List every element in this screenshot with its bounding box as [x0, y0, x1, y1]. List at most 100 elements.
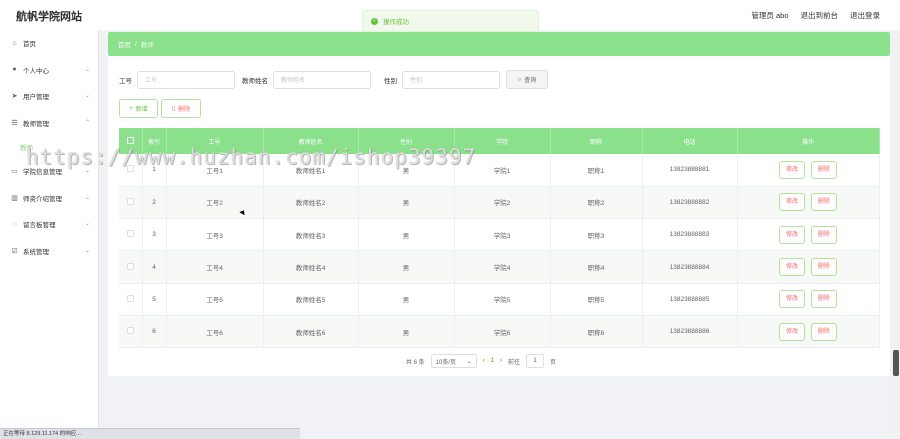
- teacher-name-input[interactable]: 教师姓名: [273, 70, 371, 89]
- vertical-scrollbar[interactable]: [892, 32, 900, 439]
- chart-icon: ▥: [11, 194, 18, 202]
- operations-cell: 修改 删除: [737, 186, 880, 220]
- row-select-cell: [119, 218, 143, 252]
- breadcrumb-home[interactable]: 首页: [118, 39, 131, 49]
- gender-input[interactable]: 性别: [402, 70, 500, 89]
- row-checkbox[interactable]: [126, 294, 134, 302]
- sidebar-item-home[interactable]: ⌂ 首页: [0, 30, 98, 57]
- chevron-up-icon: ⌃: [84, 119, 90, 126]
- row-delete-button[interactable]: 删除: [810, 160, 837, 179]
- college-cell: 学院2: [454, 186, 551, 220]
- college-cell: 学院4: [454, 250, 551, 284]
- phone-cell: 13823888886: [642, 315, 738, 349]
- edit-button[interactable]: 修改: [779, 290, 806, 309]
- goto-page-input[interactable]: 1: [526, 354, 545, 368]
- next-page-button[interactable]: ›: [500, 358, 502, 364]
- scrollbar-thumb[interactable]: [893, 350, 899, 376]
- chevron-down-icon: ⌄: [466, 358, 472, 365]
- back-to-frontend-link[interactable]: 退出到前台: [801, 10, 839, 21]
- table-row: 3 工号3 教师姓名3 男 学院3 职称3 13823888883 修改 删除: [119, 218, 880, 252]
- sidebar-item-user-management[interactable]: ➤ 用户管理 ⌄: [0, 83, 98, 110]
- admin-label: 管理员 abo: [751, 11, 789, 20]
- bulk-delete-button[interactable]: ▯ 删除: [161, 99, 201, 118]
- page-size-select[interactable]: 10条/页 ⌄: [430, 354, 477, 368]
- employee-id-cell: 工号6: [166, 315, 264, 349]
- add-button[interactable]: + 新增: [119, 99, 158, 118]
- toast-message: 操作成功: [383, 19, 409, 26]
- row-checkbox[interactable]: [126, 197, 134, 205]
- table-row: 6 工号6 教师姓名6 男 学院6 职称6 13823888886 修改 删除: [119, 315, 880, 349]
- teacher-name-cell: 教师姓名5: [263, 283, 359, 316]
- logout-link[interactable]: 退出登录: [850, 10, 880, 21]
- row-checkbox[interactable]: [126, 230, 134, 238]
- sidebar-item-label: 首页: [23, 41, 36, 49]
- employee-id-input[interactable]: 工号: [137, 70, 235, 89]
- table-row: 5 工号5 教师姓名5 男 学院5 职称5 13823888885 修改 删除: [119, 283, 880, 316]
- page-number-current[interactable]: 1: [491, 358, 494, 364]
- home-icon: ⌂: [12, 39, 17, 47]
- sidebar-item-label: 个人中心: [23, 67, 49, 75]
- employee-id-cell: 工号5: [166, 283, 264, 316]
- row-select-cell: [119, 315, 143, 349]
- browser-status-bar: 正在等待 8.129.11.174 的响应...: [0, 428, 300, 439]
- edit-button[interactable]: 修改: [779, 193, 806, 212]
- row-checkbox[interactable]: [126, 262, 134, 270]
- sidebar: ⌂ 首页 ● 个人中心 ⌄ ➤ 用户管理 ⌄ ☰ 教师管理 ⌃ 教师 ▭ 学院信…: [0, 30, 99, 439]
- chevron-down-icon: ⌄: [84, 66, 90, 73]
- row-select-cell: [119, 283, 143, 316]
- row-delete-button[interactable]: 删除: [810, 322, 837, 341]
- chevron-down-icon: ⌄: [84, 221, 90, 227]
- row-delete-button[interactable]: 删除: [810, 193, 837, 212]
- document-icon: ▭: [11, 168, 18, 176]
- row-delete-button[interactable]: 删除: [810, 225, 837, 244]
- teacher-name-cell: 教师姓名6: [263, 315, 359, 349]
- select-all-checkbox[interactable]: [126, 136, 134, 144]
- gender-cell: 男: [358, 218, 455, 252]
- success-toast: ✓ 操作成功: [362, 10, 539, 32]
- phone-cell: 13823888885: [642, 283, 738, 316]
- prev-page-button[interactable]: ‹: [483, 358, 485, 364]
- row-delete-button[interactable]: 删除: [810, 258, 837, 277]
- operations-cell: 修改 删除: [737, 283, 880, 316]
- edit-button[interactable]: 修改: [779, 160, 806, 179]
- chat-icon: ◌: [12, 220, 17, 228]
- row-select-cell: [119, 250, 143, 284]
- table-row: 4 工号4 教师姓名4 男 学院4 职称4 13823888884 修改 删除: [119, 250, 880, 284]
- title-cell: 职称6: [550, 315, 643, 349]
- teacher-name-cell: 教师姓名3: [263, 218, 359, 252]
- gender-cell: 男: [358, 186, 455, 220]
- sidebar-item-teacher-management[interactable]: ☰ 教师管理 ⌃: [0, 110, 98, 137]
- employee-id-cell: 工号2: [166, 186, 264, 220]
- index-cell: 3: [142, 218, 167, 252]
- index-cell: 4: [142, 250, 167, 284]
- breadcrumb-current: 教师: [140, 42, 154, 49]
- gender-cell: 男: [358, 315, 455, 349]
- row-checkbox[interactable]: [126, 327, 134, 335]
- search-button[interactable]: ○ 查询: [506, 70, 548, 89]
- search-button-label: 查询: [524, 78, 537, 84]
- column-header: 电话: [642, 128, 738, 154]
- teacher-name-label: 教师姓名: [242, 77, 268, 85]
- gender-cell: 男: [358, 250, 455, 284]
- main-content: 首页 / 教师 工号 工号 教师姓名 教师姓名 性别 性别 ○ 查询 + 新增 …: [108, 32, 890, 376]
- phone-cell: 13823888883: [642, 218, 738, 252]
- page-suffix: 页: [550, 359, 557, 366]
- sidebar-item-faculty-intro[interactable]: ▥ 师资介绍管理 ⌄: [0, 185, 98, 212]
- edit-button[interactable]: 修改: [779, 258, 806, 277]
- success-check-icon: ✓: [371, 17, 378, 25]
- sidebar-item-personal-center[interactable]: ● 个人中心 ⌄: [0, 57, 98, 84]
- goto-label: 前往: [508, 359, 521, 366]
- sidebar-item-message-board[interactable]: ◌ 留言板管理 ⌄: [0, 211, 98, 238]
- plus-icon: +: [129, 105, 133, 112]
- chevron-down-icon: ⌄: [84, 247, 90, 254]
- edit-button[interactable]: 修改: [779, 225, 806, 244]
- row-delete-button[interactable]: 删除: [810, 290, 837, 309]
- trash-icon: ▯: [171, 106, 176, 112]
- title-cell: 职称5: [550, 283, 643, 316]
- phone-cell: 13823888881: [642, 154, 738, 187]
- operations-cell: 修改 删除: [737, 250, 880, 284]
- action-buttons: + 新增 ▯ 删除: [119, 99, 201, 118]
- title-cell: 职称2: [550, 186, 643, 220]
- sidebar-item-system-management[interactable]: ☑ 系统管理 ⌄: [0, 238, 98, 265]
- edit-button[interactable]: 修改: [779, 322, 806, 341]
